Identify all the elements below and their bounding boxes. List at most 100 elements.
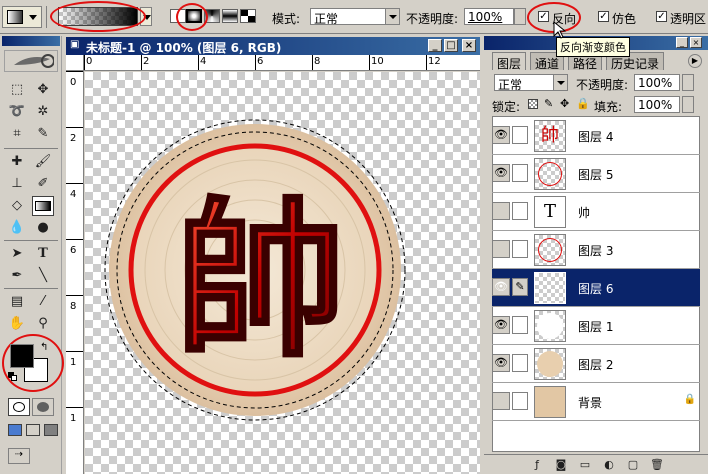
eraser-icon[interactable]: ◇ bbox=[6, 196, 28, 216]
notes-icon[interactable]: ▤ bbox=[6, 292, 28, 312]
layer-row[interactable]: 👁 图层 2 bbox=[492, 345, 700, 383]
blur-icon[interactable]: 💧 bbox=[6, 218, 28, 238]
layer-name: 图层 3 bbox=[578, 244, 614, 258]
brush-icon[interactable]: ✎ bbox=[512, 278, 528, 296]
eyedropper-icon[interactable]: ⁄ bbox=[32, 292, 54, 312]
eye-slot[interactable] bbox=[492, 392, 510, 410]
trash-icon[interactable]: 🗑 bbox=[650, 458, 664, 472]
layer-row[interactable]: 👁 帥 图层 4 bbox=[492, 117, 700, 155]
tab-layers[interactable]: 图层 bbox=[492, 52, 527, 71]
layer-row-selected[interactable]: 👁 ✎ 图层 6 bbox=[492, 269, 700, 307]
layer-link-slot[interactable] bbox=[512, 164, 528, 182]
close-button[interactable]: × bbox=[462, 39, 476, 52]
fill-input[interactable]: 100% bbox=[634, 96, 680, 113]
vertical-ruler[interactable]: 0 2 4 6 8 1 1 bbox=[66, 71, 84, 474]
eye-icon[interactable]: 👁 bbox=[492, 126, 510, 144]
pen-icon[interactable]: ✒ bbox=[6, 266, 28, 286]
layer-row[interactable]: 背景 🔒 bbox=[492, 383, 700, 421]
gradient-preview[interactable] bbox=[58, 7, 138, 26]
layer-row[interactable]: 👁 图层 1 bbox=[492, 307, 700, 345]
screen-mode-menu-icon[interactable] bbox=[26, 424, 40, 436]
gradient-tool-icon[interactable] bbox=[32, 196, 54, 216]
angle-gradient-button[interactable] bbox=[204, 9, 220, 23]
maximize-button[interactable]: □ bbox=[444, 39, 458, 52]
fill-slider-button[interactable] bbox=[682, 96, 694, 113]
dither-checkbox[interactable]: ✓ bbox=[598, 11, 609, 22]
dodge-icon[interactable]: ● bbox=[32, 218, 54, 238]
layer-row[interactable]: 👁 图层 5 bbox=[492, 155, 700, 193]
gradient-picker-button[interactable] bbox=[140, 7, 152, 26]
layer-link-slot[interactable] bbox=[512, 202, 528, 220]
swap-colors-icon[interactable]: ↰ bbox=[40, 342, 48, 353]
layer-row[interactable]: 图层 3 bbox=[492, 231, 700, 269]
hand-icon[interactable]: ✋ bbox=[6, 314, 28, 334]
eye-icon[interactable]: 👁 bbox=[492, 354, 510, 372]
reverse-checkbox[interactable]: ✓ bbox=[538, 11, 549, 22]
clone-stamp-icon[interactable]: ⊥ bbox=[6, 174, 28, 194]
layer-thumbnail bbox=[534, 234, 566, 266]
minimize-button[interactable]: _ bbox=[428, 39, 442, 52]
lock-all-icon[interactable]: 🔒 bbox=[576, 97, 590, 110]
screen-mode-standard-icon[interactable] bbox=[8, 424, 22, 436]
opacity-input[interactable]: 100% bbox=[464, 8, 514, 25]
quick-mask-button[interactable] bbox=[32, 398, 54, 416]
mode-select[interactable]: 正常 bbox=[310, 8, 400, 25]
layer-set-icon[interactable]: ▭ bbox=[578, 458, 592, 472]
reflected-gradient-button[interactable] bbox=[222, 9, 238, 23]
line-icon[interactable]: ╲ bbox=[32, 266, 54, 286]
layer-link-slot[interactable] bbox=[512, 126, 528, 144]
eye-icon[interactable]: 👁 bbox=[492, 316, 510, 334]
brush-icon[interactable]: 🖌 bbox=[32, 152, 54, 172]
blend-mode-select[interactable]: 正常 bbox=[494, 74, 568, 91]
zoom-icon[interactable]: ⚲ bbox=[32, 314, 54, 334]
layer-opacity-input[interactable]: 100% bbox=[634, 74, 680, 91]
ruler-h-label: 0 bbox=[86, 56, 93, 67]
layer-row[interactable]: T 帅 bbox=[492, 193, 700, 231]
layer-link-slot[interactable] bbox=[512, 392, 528, 410]
radial-gradient-button[interactable] bbox=[186, 9, 202, 23]
layer-link-slot[interactable] bbox=[512, 316, 528, 334]
lock-pixels-icon[interactable]: ✎ bbox=[544, 97, 553, 110]
healing-brush-icon[interactable]: ✚ bbox=[6, 152, 28, 172]
default-colors-icon[interactable] bbox=[8, 372, 18, 382]
eye-slot[interactable] bbox=[492, 240, 510, 258]
canvas[interactable]: 帥 bbox=[85, 72, 480, 474]
layer-style-icon[interactable]: ƒ bbox=[530, 458, 544, 472]
linear-gradient-button[interactable] bbox=[170, 9, 186, 23]
panel-close-button[interactable]: × bbox=[690, 37, 702, 48]
layer-mask-icon[interactable]: ◙ bbox=[554, 458, 568, 472]
marquee-icon[interactable]: ⬚ bbox=[6, 80, 28, 100]
ruler-origin[interactable] bbox=[66, 55, 84, 71]
lasso-icon[interactable]: ➰ bbox=[6, 102, 28, 122]
layer-link-slot[interactable] bbox=[512, 240, 528, 258]
crop-icon[interactable]: ⌗ bbox=[6, 124, 28, 144]
history-brush-icon[interactable]: ✐ bbox=[32, 174, 54, 194]
type-tool-icon[interactable]: T bbox=[32, 244, 54, 264]
ruler-v-label: 1 bbox=[70, 413, 77, 424]
foreground-color-swatch[interactable] bbox=[10, 344, 34, 368]
adjustment-layer-icon[interactable]: ◐ bbox=[602, 458, 616, 472]
jump-to-imageready-icon[interactable]: ⇢ bbox=[8, 448, 30, 464]
layer-opacity-slider-button[interactable] bbox=[682, 74, 694, 91]
move-icon[interactable]: ✥ bbox=[32, 80, 54, 100]
eye-icon[interactable]: 👁 bbox=[492, 278, 510, 296]
horizontal-ruler[interactable]: 0 2 4 6 8 10 12 bbox=[84, 55, 480, 71]
eye-slot[interactable] bbox=[492, 202, 510, 220]
slice-icon[interactable]: ✎ bbox=[32, 124, 54, 144]
panel-menu-icon[interactable]: ▶ bbox=[688, 54, 702, 68]
transparency-checkbox[interactable]: ✓ bbox=[656, 11, 667, 22]
panel-minimize-button[interactable]: _ bbox=[676, 37, 688, 48]
opacity-slider-button[interactable] bbox=[514, 8, 526, 25]
standard-mode-button[interactable] bbox=[8, 398, 30, 416]
lock-transparency-icon[interactable] bbox=[528, 99, 538, 109]
ruler-tick bbox=[66, 127, 83, 128]
eye-icon[interactable]: 👁 bbox=[492, 164, 510, 182]
diamond-gradient-button[interactable] bbox=[240, 9, 256, 23]
layer-link-slot[interactable] bbox=[512, 354, 528, 372]
path-selection-icon[interactable]: ➤ bbox=[6, 244, 28, 264]
new-layer-icon[interactable]: ▢ bbox=[626, 458, 640, 472]
tool-preset-picker[interactable] bbox=[2, 6, 42, 28]
magic-wand-icon[interactable]: ✲ bbox=[32, 102, 54, 122]
screen-mode-full-icon[interactable] bbox=[44, 424, 58, 436]
lock-position-icon[interactable]: ✥ bbox=[560, 97, 569, 110]
